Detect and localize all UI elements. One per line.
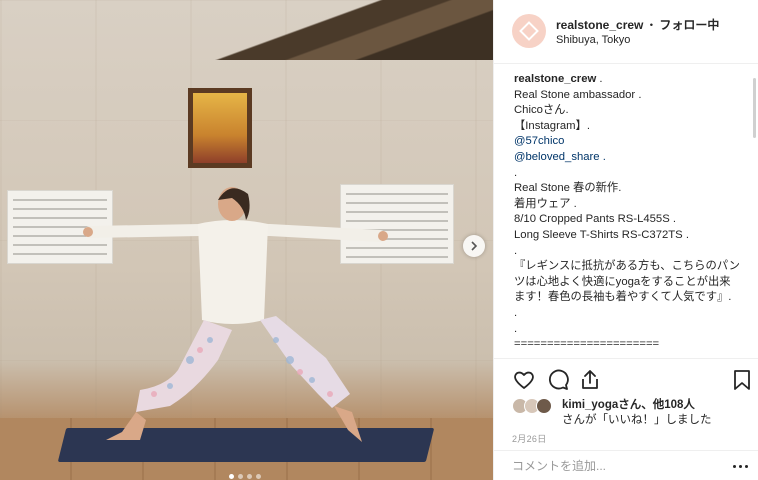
- carousel-dot: [238, 474, 243, 479]
- avatar: [536, 398, 552, 414]
- likes-summary: kimi_yogaさん、他108人 さんが「いいね！」しました: [512, 396, 752, 428]
- caption-line: Real Stone 春の新作.: [514, 182, 622, 195]
- like-button[interactable]: [512, 368, 536, 392]
- mention-link[interactable]: @57chico: [514, 134, 740, 150]
- header-user-line: realstone_crew ・フォロー中: [556, 16, 719, 33]
- share-icon: [582, 370, 598, 389]
- post-date[interactable]: 2月26日: [512, 432, 547, 445]
- share-button[interactable]: [578, 368, 602, 392]
- likes-line-2: さんが「いいね！」しました: [562, 414, 712, 426]
- chevron-right-icon: [471, 241, 478, 251]
- caption-line: ======================: [514, 338, 660, 351]
- post-photo[interactable]: [0, 0, 493, 480]
- more-options-icon: [733, 464, 736, 468]
- post-side-panel: realstone_crew ・フォロー中 Shibuya, Tokyo real…: [493, 0, 758, 480]
- caption-line: Real Stone ambassador .: [514, 88, 642, 101]
- next-photo-button[interactable]: [463, 235, 485, 257]
- heart-icon: [514, 371, 534, 389]
- likes-line-1: kimi_yogaさん、他108人: [562, 396, 695, 412]
- caption-line: 『レギンスに抵抗がある方も、こちらのパンツは心地よく快適にyogaをすることが出…: [514, 260, 740, 304]
- comment-button[interactable]: [546, 368, 570, 392]
- caption: realstone_crew . Real Stone ambassador .…: [514, 72, 740, 358]
- caption-line: Long Sleeve T-Shirts RS-C372TS .: [514, 228, 689, 241]
- ceiling-beams: [193, 0, 493, 60]
- caption-scrollbar[interactable]: [753, 78, 756, 138]
- comment-bar: [494, 450, 758, 480]
- caption-line: .: [514, 244, 518, 257]
- caption-line: .: [514, 166, 518, 179]
- save-button[interactable]: [730, 368, 754, 392]
- caption-line: .: [514, 322, 518, 335]
- location-link[interactable]: Shibuya, Tokyo: [556, 34, 630, 46]
- bookmark-icon: [734, 370, 750, 390]
- caption-username[interactable]: realstone_crew: [514, 73, 596, 85]
- yoga-figure: [83, 187, 388, 442]
- caption-line: 【Instagram】.: [514, 119, 590, 132]
- comment-input[interactable]: [512, 459, 712, 473]
- more-options-button[interactable]: [733, 460, 749, 472]
- likes-count[interactable]: さん、他108人: [618, 399, 695, 411]
- carousel-dot: [247, 474, 252, 479]
- caption-line: .: [514, 306, 518, 319]
- carousel-indicator: [229, 474, 261, 479]
- follow-status-button[interactable]: フォロー中: [659, 18, 719, 32]
- carousel-dot: [256, 474, 261, 479]
- caption-line: Chicoさん.: [514, 104, 569, 117]
- comment-icon: [549, 369, 569, 390]
- mention-link[interactable]: @beloved_share .: [514, 150, 740, 166]
- liker-avatars[interactable]: [512, 398, 556, 414]
- caption-first-line: realstone_crew .: [514, 72, 740, 88]
- action-bar: [494, 358, 758, 398]
- caption-text: .: [596, 73, 603, 85]
- carousel-dot: [229, 474, 234, 479]
- header-separator: ・: [645, 18, 658, 32]
- liker-username[interactable]: kimi_yoga: [562, 399, 618, 411]
- header-username[interactable]: realstone_crew: [556, 18, 643, 32]
- avatar[interactable]: [512, 14, 546, 48]
- caption-line: 着用ウェア .: [514, 197, 577, 210]
- caption-line: 8/10 Cropped Pants RS-L455S .: [514, 213, 677, 226]
- post-header: realstone_crew ・フォロー中 Shibuya, Tokyo: [494, 0, 758, 64]
- wall-painting: [188, 88, 252, 168]
